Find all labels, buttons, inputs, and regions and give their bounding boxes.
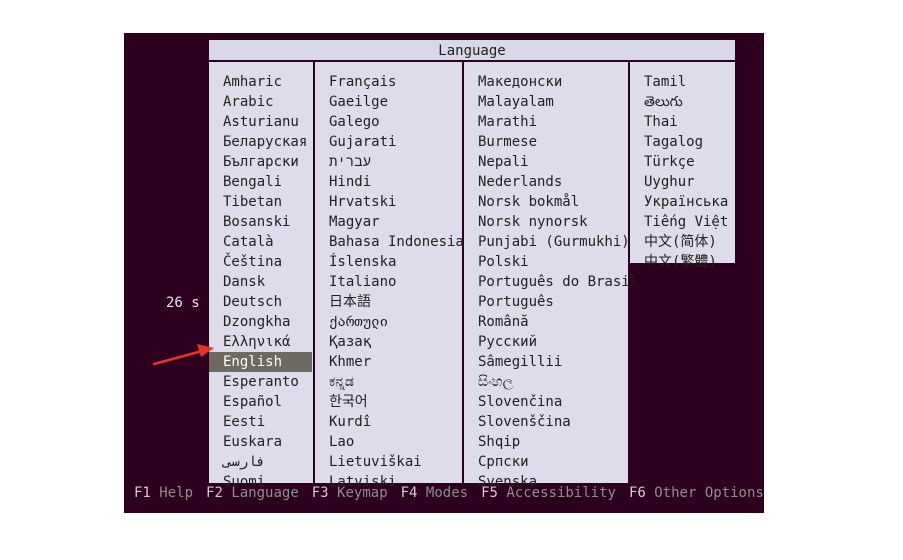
language-column-4: Tamil తెలుగు Thai Tagalog Türkçe Uyghur Україн… <box>630 62 735 270</box>
language-option[interactable]: Italiano <box>325 272 462 292</box>
language-option[interactable]: فارسی <box>219 452 313 472</box>
language-column-2: Français Gaeilge Galego Gujarati עברית Hindi H… <box>315 62 464 490</box>
language-option[interactable]: Hrvatski <box>325 192 462 212</box>
fkey-other-options[interactable]: F6 Other Options <box>629 485 764 501</box>
language-option[interactable]: Bengali <box>219 172 313 192</box>
language-option[interactable]: 한국어 <box>325 392 462 412</box>
language-option[interactable]: Македонски <box>474 72 628 92</box>
language-option[interactable]: Magyar <box>325 212 462 232</box>
fkey-label: Accessibility <box>506 485 616 501</box>
language-option[interactable]: Sâmegillii <box>474 352 628 372</box>
boot-screen: Language Amharic Arabic Asturianu Беларуска… <box>124 33 764 513</box>
language-option[interactable]: 中文(简体) <box>640 232 735 252</box>
language-option[interactable]: Français <box>325 72 462 92</box>
language-option[interactable]: Íslenska <box>325 252 462 272</box>
language-option[interactable]: Hindi <box>325 172 462 192</box>
language-option[interactable]: Čeština <box>219 252 313 272</box>
fkey-language[interactable]: F2 Language <box>206 485 299 501</box>
language-option[interactable]: Tamil <box>640 72 735 92</box>
language-option[interactable]: Esperanto <box>219 372 313 392</box>
fkey-label: Keymap <box>337 485 388 501</box>
language-option[interactable]: English <box>209 352 312 372</box>
fkey-key: F1 <box>134 485 160 501</box>
fkey-key: F2 <box>206 485 232 501</box>
language-option[interactable]: Norsk nynorsk <box>474 212 628 232</box>
fkey-label: Help <box>159 485 194 501</box>
language-option[interactable]: Bosanski <box>219 212 313 232</box>
language-option[interactable]: Uyghur <box>640 172 735 192</box>
fkey-help[interactable]: F1 Help <box>134 485 193 501</box>
language-option[interactable]: Tagalog <box>640 132 735 152</box>
fkey-key: F5 <box>481 485 507 501</box>
language-option[interactable]: Español <box>219 392 313 412</box>
fkey-modes[interactable]: F4 Modes <box>401 485 468 501</box>
language-option[interactable]: Türkçe <box>640 152 735 172</box>
language-option[interactable]: Marathi <box>474 112 628 132</box>
language-option[interactable]: Русский <box>474 332 628 352</box>
boot-countdown: 26 s <box>166 295 200 311</box>
function-key-bar: F1 Help F2 Language F3 Keymap F4 Modes F5 Ac… <box>134 485 764 501</box>
red-arrow-icon <box>152 344 214 366</box>
language-option[interactable]: Беларуская <box>219 132 313 152</box>
language-option[interactable]: Lietuviškai <box>325 452 462 472</box>
language-option[interactable]: Português do Brasil <box>474 272 638 292</box>
language-option[interactable]: Српски <box>474 452 628 472</box>
language-option[interactable]: Shqip <box>474 432 628 452</box>
language-option[interactable]: සිංහල <box>474 372 628 392</box>
language-option[interactable]: Қазақ <box>325 332 462 352</box>
language-option[interactable]: Arabic <box>219 92 313 112</box>
language-option[interactable]: Polski <box>474 252 628 272</box>
language-option[interactable]: Català <box>219 232 313 252</box>
language-option[interactable]: Euskara <box>219 432 313 452</box>
language-option[interactable]: తెలుగు <box>640 92 735 112</box>
language-option[interactable]: עברית <box>325 152 462 172</box>
fkey-accessibility[interactable]: F5 Accessibility <box>481 485 616 501</box>
language-option[interactable]: Lao <box>325 432 462 452</box>
language-option[interactable]: Dzongkha <box>219 312 313 332</box>
language-option[interactable]: Tibetan <box>219 192 313 212</box>
language-option[interactable]: Burmese <box>474 132 628 152</box>
language-option[interactable]: 日本語 <box>325 292 462 312</box>
language-option[interactable]: Punjabi (Gurmukhi) <box>474 232 630 252</box>
language-option[interactable]: Bahasa Indonesia <box>325 232 464 252</box>
language-option[interactable]: Khmer <box>325 352 462 372</box>
language-option[interactable]: Thai <box>640 112 735 132</box>
language-option[interactable]: Gaeilge <box>325 92 462 112</box>
language-option[interactable]: Slovenčina <box>474 392 628 412</box>
language-option[interactable]: Português <box>474 292 628 312</box>
fkey-keymap[interactable]: F3 Keymap <box>312 485 388 501</box>
language-option[interactable]: Amharic <box>219 72 313 92</box>
language-option[interactable]: Nepali <box>474 152 628 172</box>
fkey-key: F3 <box>311 485 338 501</box>
language-option[interactable]: Norsk bokmål <box>474 192 628 212</box>
language-column-3: Македонски Malayalam Marathi Burmese Nepali N… <box>464 62 638 490</box>
language-option[interactable]: Tiếng Việt <box>640 212 735 232</box>
language-option[interactable]: Malayalam <box>474 92 628 112</box>
language-option[interactable]: Ελληνικά <box>219 332 313 352</box>
language-option[interactable]: Gujarati <box>325 132 462 152</box>
language-option[interactable]: Galego <box>325 112 462 132</box>
language-option[interactable]: Slovenščina <box>474 412 628 432</box>
language-option[interactable]: Kurdî <box>325 412 462 432</box>
language-dialog: Language Amharic Arabic Asturianu Беларуска… <box>209 40 735 490</box>
fkey-label: Other Options <box>654 485 764 501</box>
dialog-title: Language <box>209 40 735 60</box>
language-column-1: Amharic Arabic Asturianu Беларуская Българск… <box>209 62 313 490</box>
language-option[interactable]: Eesti <box>219 412 313 432</box>
language-option[interactable]: Nederlands <box>474 172 628 192</box>
fkey-label: Language <box>231 485 299 501</box>
language-option[interactable]: Dansk <box>219 272 313 292</box>
language-option[interactable]: Українська <box>640 192 735 212</box>
fkey-key: F6 <box>628 485 655 501</box>
fkey-label: Modes <box>425 485 469 501</box>
language-option[interactable]: Română <box>474 312 628 332</box>
language-option[interactable]: 中文(繁體) <box>640 252 735 272</box>
language-option[interactable]: ქართული <box>325 312 462 332</box>
language-option[interactable]: Asturianu <box>219 112 313 132</box>
fkey-key: F4 <box>400 485 426 501</box>
language-option[interactable]: Deutsch <box>219 292 313 312</box>
language-option[interactable]: Български <box>219 152 313 172</box>
language-option[interactable]: ಕನ್ನಡ <box>325 372 462 392</box>
